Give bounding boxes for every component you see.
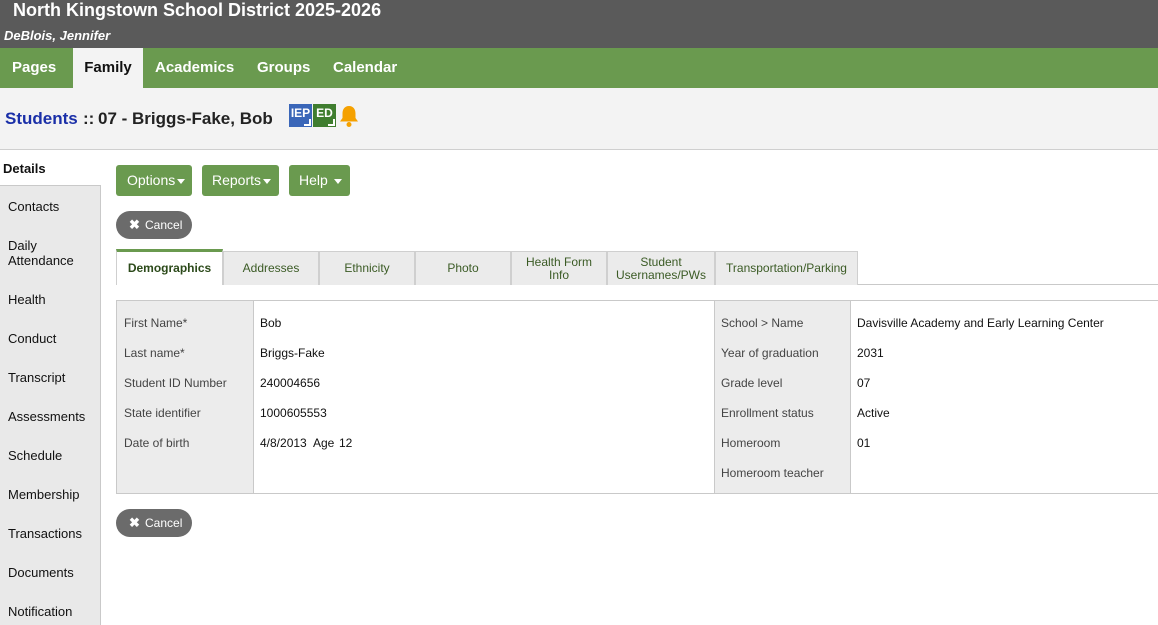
district-title: North Kingstown School District 2025-202… <box>13 0 382 20</box>
school-name-label: School > Name <box>721 316 804 330</box>
bell-icon[interactable] <box>338 104 360 128</box>
grad-year-value: 2031 <box>857 346 884 360</box>
sidebar-item-transcript[interactable]: Transcript <box>8 370 65 385</box>
tab-label: Usernames/PWs <box>615 267 707 282</box>
dob-value: 4/8/2013 <box>260 436 307 450</box>
tab-addresses[interactable]: Addresses <box>223 251 319 285</box>
last-name-value: Briggs-Fake <box>260 346 325 360</box>
first-name-label: First Name* <box>124 316 188 330</box>
last-name-label: Last name* <box>124 346 185 360</box>
options-label: Options <box>127 172 176 188</box>
cancel-button[interactable]: ✖ Cancel <box>116 211 192 239</box>
caret-down-icon <box>263 178 272 184</box>
caret-down-icon <box>333 178 342 184</box>
tab-label: Health Form <box>525 254 593 269</box>
age-value: 12 <box>339 436 353 450</box>
caret-down-icon <box>177 178 186 184</box>
school-name-value: Davisville Academy and Early Learning Ce… <box>857 316 1104 330</box>
tab-photo[interactable]: Photo <box>415 251 511 285</box>
nav-academics[interactable]: Academics <box>155 48 241 88</box>
options-button[interactable]: Options <box>116 165 192 196</box>
homeroom-value: 01 <box>857 436 871 450</box>
sidebar-item-health[interactable]: Health <box>8 292 46 307</box>
tab-demographics[interactable]: Demographics <box>116 249 223 285</box>
sidebar-item-details[interactable]: Details <box>3 161 46 176</box>
close-icon: ✖ <box>129 515 140 530</box>
app-header: North Kingstown School District 2025-202… <box>0 0 1158 48</box>
grade-level-label: Grade level <box>721 376 783 390</box>
state-id-value: 1000605553 <box>260 406 327 420</box>
sidebar: Details Contacts Daily Attendance Health… <box>0 150 101 625</box>
tab-student-usernames[interactable]: Student Usernames/PWs <box>607 251 715 285</box>
breadcrumb-separator: :: <box>83 109 95 128</box>
tab-bar: Demographics Addresses Ethnicity Photo H… <box>116 249 1158 285</box>
tab-label: Info <box>548 267 569 282</box>
sidebar-item-membership[interactable]: Membership <box>8 487 80 502</box>
iep-badge-label: IEP <box>290 106 311 120</box>
tab-label: Student <box>640 254 682 269</box>
grade-level-value: 07 <box>857 376 871 390</box>
students-link[interactable]: Students <box>5 109 78 129</box>
iep-badge[interactable]: IEP <box>289 104 312 127</box>
cancel-label: Cancel <box>145 516 183 530</box>
first-name-value: Bob <box>260 316 282 330</box>
help-label: Help <box>299 172 328 188</box>
top-nav: Pages Family Academics Groups Calendar <box>0 48 1158 88</box>
state-id-label: State identifier <box>124 406 201 420</box>
cancel-label: Cancel <box>145 218 183 232</box>
breadcrumb: Students :: 07 - Briggs-Fake, Bob <box>0 88 1158 150</box>
demographics-form: First Name* Bob Last name* Briggs-Fake S… <box>116 300 1158 494</box>
grad-year-label: Year of graduation <box>721 346 819 360</box>
nav-groups[interactable]: Groups <box>257 48 317 88</box>
dob-label: Date of birth <box>124 436 190 450</box>
ed-badge-label: ED <box>316 106 333 120</box>
cancel-button-bottom[interactable]: ✖ Cancel <box>116 509 192 537</box>
sidebar-item-transactions[interactable]: Transactions <box>8 526 82 541</box>
sidebar-item-notification[interactable]: Notification <box>8 604 72 619</box>
reports-label: Reports <box>212 172 262 188</box>
sidebar-item-label: Daily <box>8 238 37 253</box>
student-id-label: Student ID Number <box>124 376 227 390</box>
sidebar-item-conduct[interactable]: Conduct <box>8 331 56 346</box>
nav-family[interactable]: Family <box>73 48 143 88</box>
sidebar-item-documents[interactable]: Documents <box>8 565 74 580</box>
help-button[interactable]: Help <box>289 165 350 196</box>
tab-ethnicity[interactable]: Ethnicity <box>319 251 415 285</box>
enrollment-status-value: Active <box>857 406 890 420</box>
sidebar-item-assessments[interactable]: Assessments <box>8 409 85 424</box>
age-label: Age <box>313 436 335 450</box>
homeroom-teacher-label: Homeroom teacher <box>721 466 824 480</box>
ed-badge[interactable]: ED <box>313 104 336 127</box>
tab-transportation-parking[interactable]: Transportation/Parking <box>715 251 858 285</box>
nav-calendar[interactable]: Calendar <box>333 48 403 88</box>
sidebar-item-schedule[interactable]: Schedule <box>8 448 62 463</box>
current-user: DeBlois, Jennifer <box>4 28 111 43</box>
sidebar-item-label: Attendance <box>8 253 74 268</box>
enrollment-status-label: Enrollment status <box>721 406 814 420</box>
sidebar-item-daily-attendance[interactable]: Daily Attendance <box>8 238 74 268</box>
nav-pages[interactable]: Pages <box>0 48 73 88</box>
tab-health-form-info[interactable]: Health Form Info <box>511 251 607 285</box>
reports-button[interactable]: Reports <box>202 165 279 196</box>
sidebar-item-contacts[interactable]: Contacts <box>8 199 59 214</box>
student-name: 07 - Briggs-Fake, Bob <box>98 109 273 128</box>
homeroom-label: Homeroom <box>721 436 781 450</box>
close-icon: ✖ <box>129 217 140 232</box>
student-id-value: 240004656 <box>260 376 321 390</box>
